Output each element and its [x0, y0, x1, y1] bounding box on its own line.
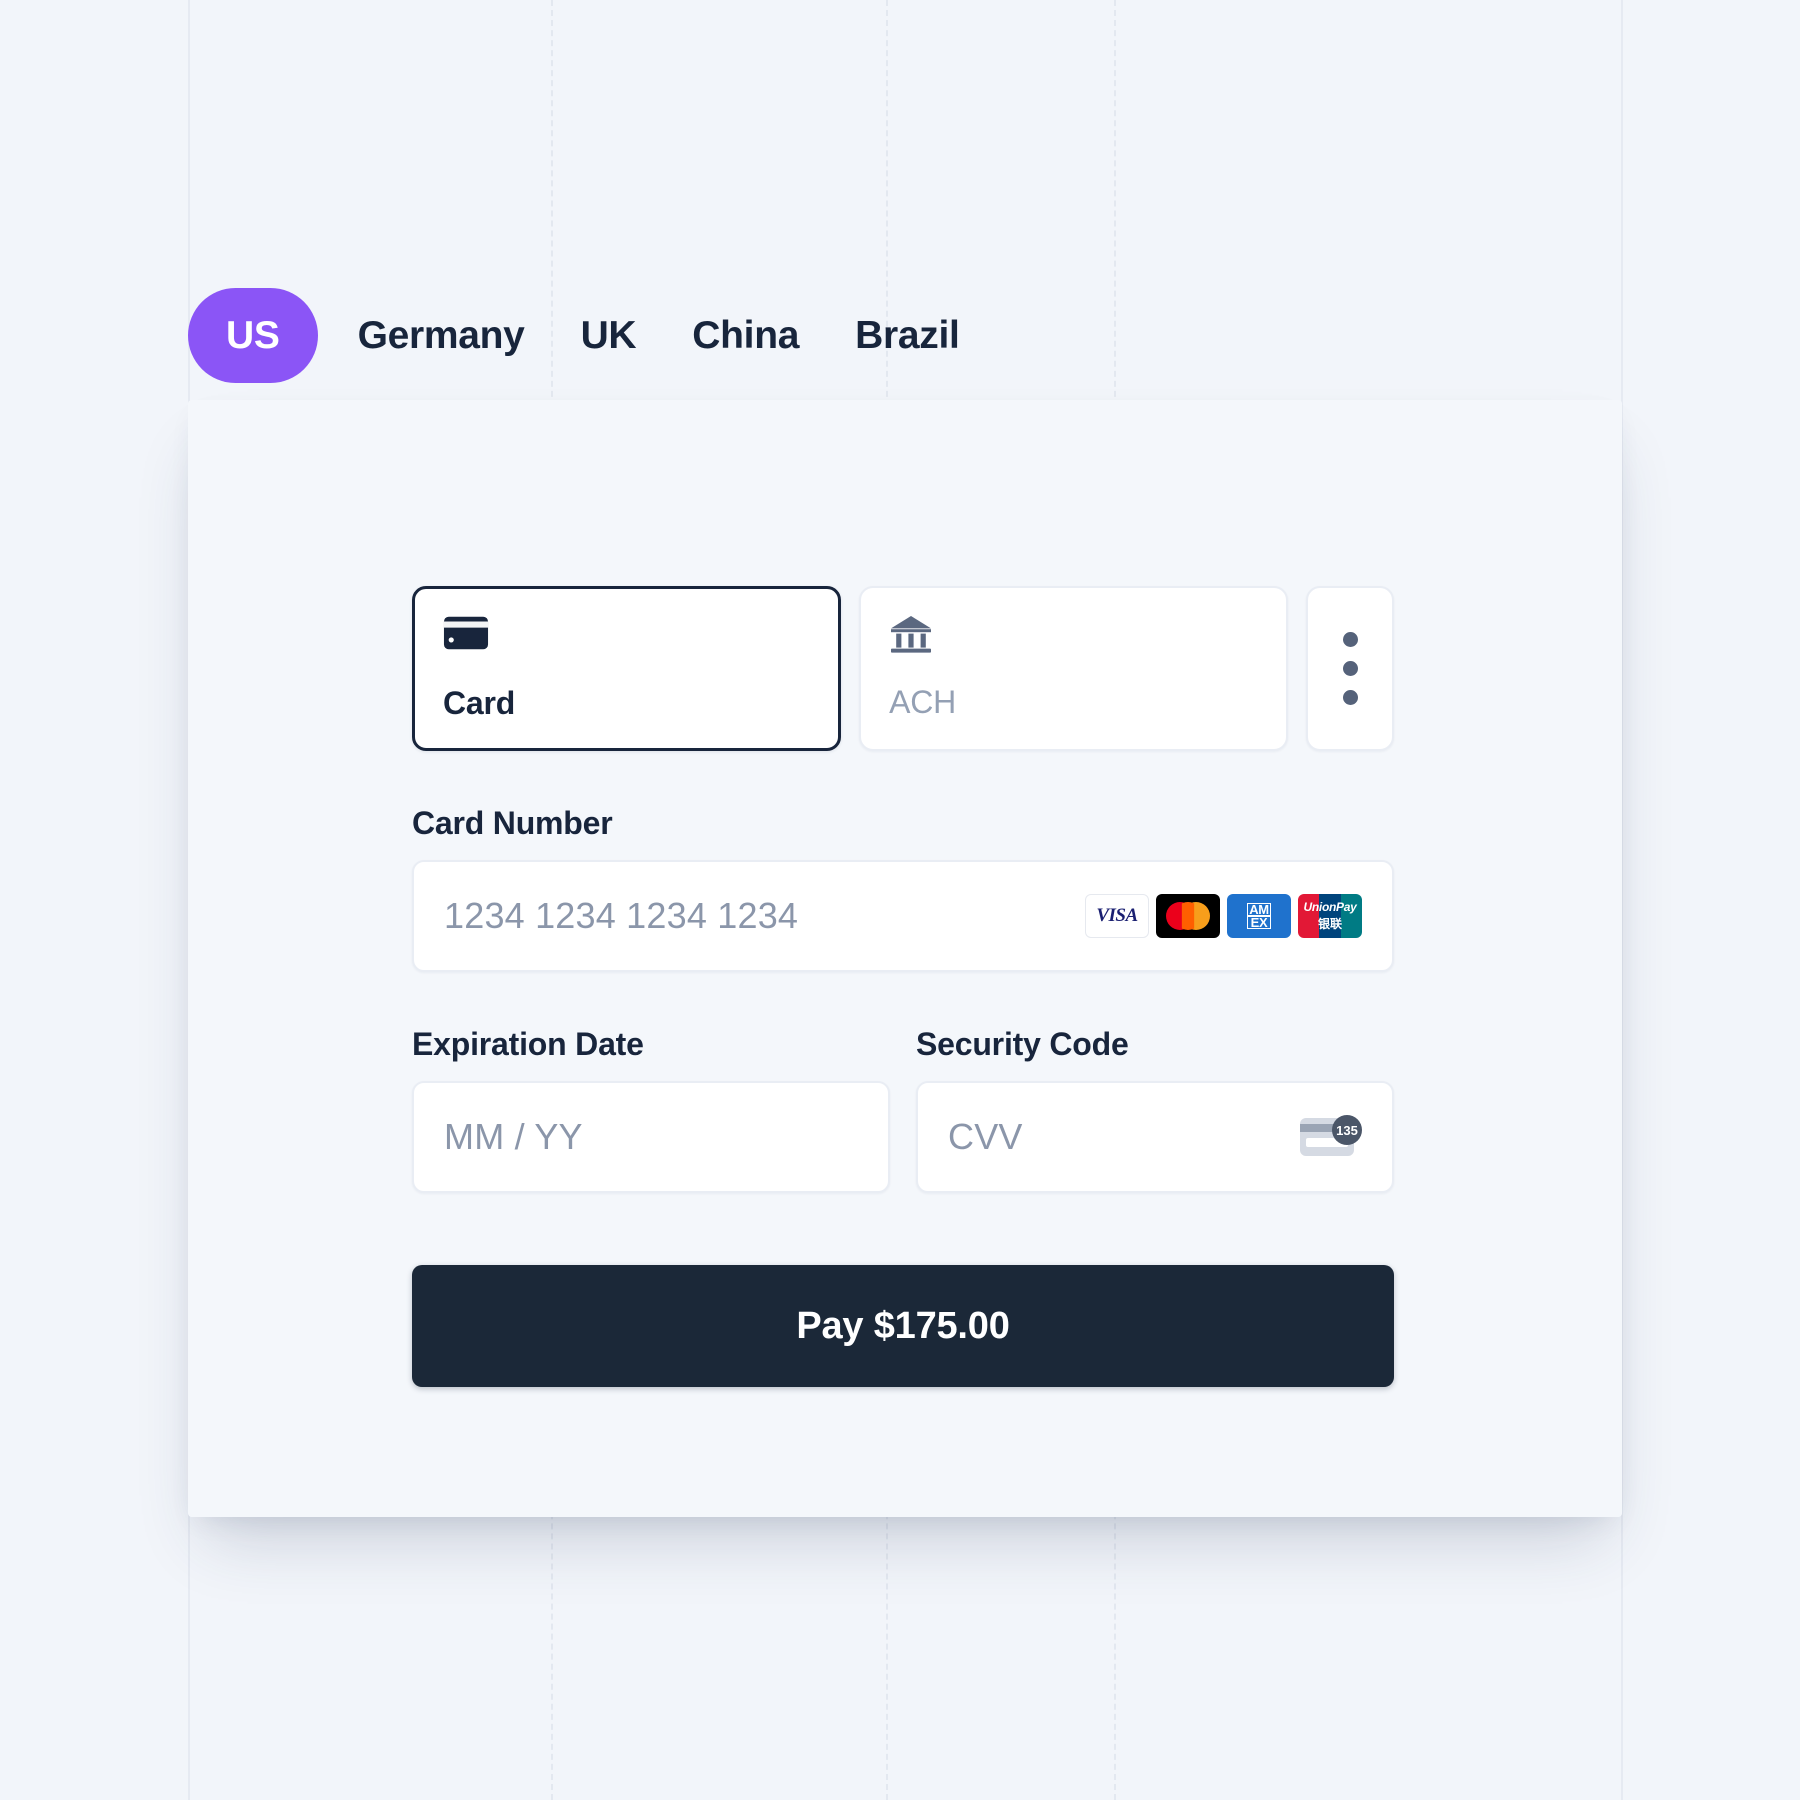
payment-form: Card ACH Card Number 1234 1234 1234 1234…: [412, 586, 1394, 1387]
pay-button[interactable]: Pay $175.00: [412, 1265, 1394, 1387]
unionpay-label-bottom: 银联: [1317, 917, 1342, 931]
expiration-input[interactable]: MM / YY: [412, 1081, 890, 1193]
expiration-placeholder: MM / YY: [444, 1116, 583, 1157]
payment-method-more-button[interactable]: [1306, 586, 1394, 751]
security-code-field-group: Security Code CVV 135: [916, 1026, 1394, 1193]
payment-method-ach-label: ACH: [889, 684, 957, 720]
expiration-field-group: Expiration Date MM / YY: [412, 1026, 890, 1193]
amex-label-bottom: EX: [1247, 916, 1271, 929]
cvv-badge-number: 135: [1332, 1115, 1362, 1145]
card-number-field-group: Card Number 1234 1234 1234 1234 VISA AM …: [412, 805, 1394, 972]
credit-card-icon: [443, 615, 810, 661]
country-tab-brazil-label: Brazil: [855, 314, 960, 357]
card-number-input[interactable]: 1234 1234 1234 1234 VISA AM EX UnionPay …: [412, 860, 1394, 972]
country-tab-uk[interactable]: UK: [553, 316, 665, 355]
country-tab-germany[interactable]: Germany: [330, 316, 553, 355]
expiry-cvv-row: Expiration Date MM / YY Security Code CV…: [412, 1026, 1394, 1193]
pay-button-label: Pay $175.00: [796, 1304, 1010, 1347]
payment-method-ach[interactable]: ACH: [859, 586, 1289, 751]
more-vertical-icon: [1342, 632, 1358, 705]
visa-label: VISA: [1096, 905, 1138, 926]
country-tab-brazil[interactable]: Brazil: [827, 316, 987, 355]
mastercard-icon: [1156, 894, 1220, 938]
country-tab-uk-label: UK: [580, 314, 637, 357]
payment-method-selector: Card ACH: [412, 586, 1394, 751]
unionpay-label-top: UnionPay: [1303, 900, 1357, 914]
country-tab-us[interactable]: US: [188, 288, 318, 383]
card-number-placeholder: 1234 1234 1234 1234: [444, 895, 799, 936]
accepted-card-brands: VISA AM EX UnionPay 银联: [1085, 894, 1362, 938]
amex-icon: AM EX: [1227, 894, 1291, 938]
expiration-label: Expiration Date: [412, 1026, 644, 1062]
security-code-placeholder: CVV: [948, 1116, 1023, 1157]
security-code-input[interactable]: CVV 135: [916, 1081, 1394, 1193]
visa-icon: VISA: [1085, 894, 1149, 938]
security-code-label: Security Code: [916, 1026, 1129, 1062]
country-tab-germany-label: Germany: [357, 314, 525, 357]
country-tabs: US Germany UK China Brazil: [188, 288, 988, 383]
bank-icon: [889, 614, 1258, 660]
cvv-hint-icon: 135: [1300, 1115, 1362, 1159]
unionpay-icon: UnionPay 银联: [1298, 894, 1362, 938]
payment-method-card-label: Card: [443, 685, 516, 721]
country-tab-china-label: China: [692, 314, 800, 357]
card-number-label: Card Number: [412, 805, 613, 841]
country-tab-us-label: US: [226, 314, 280, 357]
payment-method-card[interactable]: Card: [412, 586, 842, 751]
country-tab-china[interactable]: China: [664, 316, 827, 355]
